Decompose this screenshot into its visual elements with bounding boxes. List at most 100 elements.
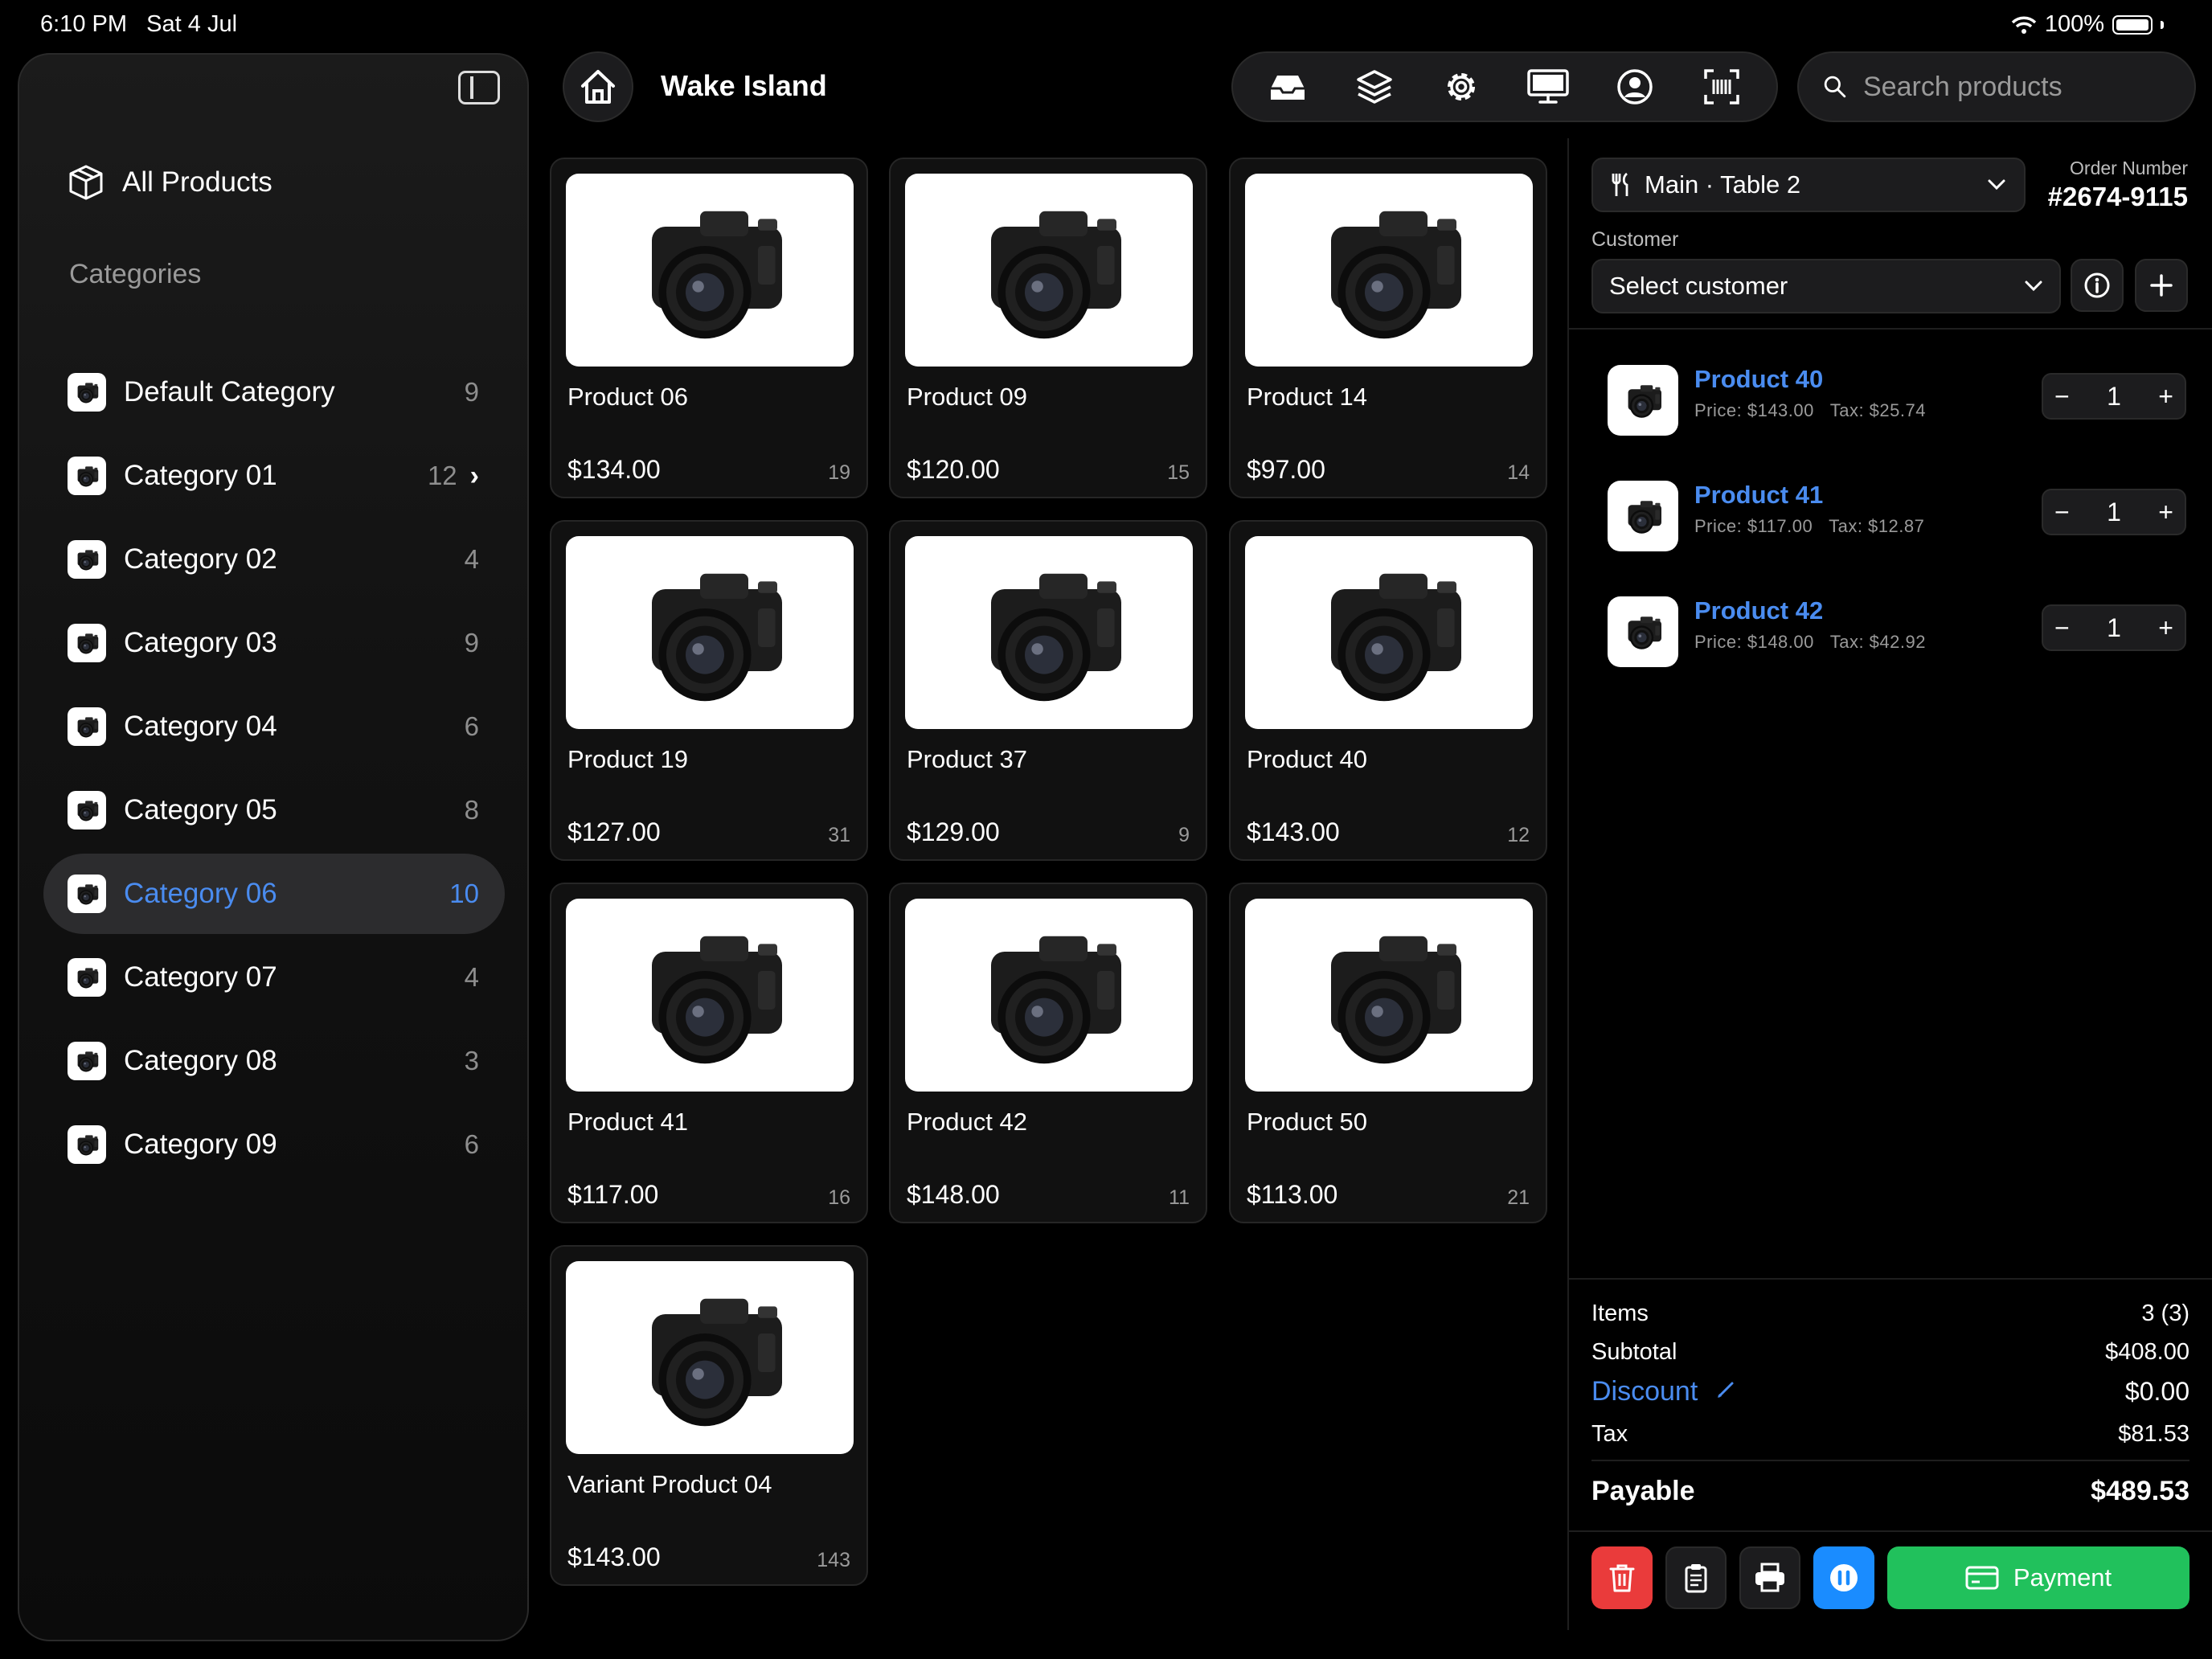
order-line[interactable]: Product 40 Price: $143.00 Tax: $25.74 − … [1608, 362, 2186, 439]
order-line[interactable]: Product 42 Price: $148.00 Tax: $42.92 − … [1608, 593, 2186, 670]
discount-button[interactable]: Discount [1591, 1376, 1736, 1407]
category-thumbnail [68, 457, 106, 495]
status-bar-right: 100% [2011, 11, 2164, 38]
category-item[interactable]: Category 09 6 [43, 1104, 505, 1185]
category-thumbnail [68, 624, 106, 662]
minus-icon[interactable]: − [2054, 382, 2070, 412]
category-item[interactable]: Category 01 12 › [43, 436, 505, 516]
barcode-scan-icon [1704, 69, 1739, 104]
camera-icon [1618, 613, 1668, 650]
payable-separator [1591, 1460, 2189, 1461]
sidebar-toggle-icon[interactable] [458, 71, 500, 104]
battery-icon [2112, 14, 2153, 35]
customer-info-button[interactable] [2071, 259, 2124, 312]
product-card[interactable]: Product 37 $129.00 9 [889, 520, 1207, 861]
chevron-right-icon[interactable]: › [470, 461, 479, 492]
status-date: Sat 4 Jul [146, 11, 238, 37]
camera-icon [1292, 560, 1485, 705]
product-card[interactable]: Product 09 $120.00 15 [889, 158, 1207, 498]
payable-value: $489.53 [2091, 1476, 2189, 1506]
discount-value: $0.00 [2124, 1377, 2189, 1406]
notes-button[interactable] [1665, 1546, 1727, 1609]
product-card[interactable]: Product 50 $113.00 21 [1229, 883, 1547, 1223]
category-item[interactable]: Category 02 4 [43, 519, 505, 600]
search-bar[interactable] [1797, 51, 2196, 122]
layers-button[interactable] [1349, 61, 1400, 113]
user-button[interactable] [1609, 61, 1661, 113]
table-select[interactable]: Main · Table 2 [1591, 158, 2026, 212]
barcode-scan-button[interactable] [1696, 61, 1747, 113]
delete-order-button[interactable] [1591, 1546, 1653, 1609]
category-item[interactable]: Category 04 6 [43, 686, 505, 767]
category-count: 12 [427, 461, 457, 490]
search-input[interactable] [1862, 70, 2170, 104]
print-button[interactable] [1739, 1546, 1800, 1609]
customer-select[interactable]: Select customer [1591, 259, 2061, 313]
product-name: Product 09 [907, 383, 1027, 411]
category-count: 6 [464, 1129, 479, 1159]
product-card[interactable]: Product 40 $143.00 12 [1229, 520, 1547, 861]
category-item[interactable]: Default Category 9 [43, 352, 505, 432]
quantity-stepper[interactable]: − 1 + [2042, 373, 2186, 420]
product-card[interactable]: Product 41 $117.00 16 [550, 883, 868, 1223]
category-item-selected[interactable]: Category 06 10 [43, 854, 505, 934]
status-time: 6:10 PM [40, 11, 127, 37]
status-bar-time: 6:10 PM Sat 4 Jul [40, 11, 237, 38]
product-price: $148.00 [907, 1180, 1000, 1209]
monitor-icon [1527, 69, 1569, 104]
product-price: $120.00 [907, 455, 1000, 484]
category-item[interactable]: Category 07 4 [43, 937, 505, 1018]
category-name: Default Category [124, 376, 335, 408]
minus-icon[interactable]: − [2054, 498, 2070, 527]
order-line-name: Product 40 [1694, 365, 1824, 393]
summary-subtotal-row: Subtotal $408.00 [1591, 1339, 2189, 1366]
quantity-stepper[interactable]: − 1 + [2042, 604, 2186, 651]
product-price: $117.00 [567, 1180, 659, 1209]
product-image [1245, 536, 1533, 729]
category-count: 6 [464, 711, 479, 741]
camera-icon [1618, 498, 1668, 535]
summary-discount-row[interactable]: Discount $0.00 [1591, 1376, 2189, 1407]
product-stock: 19 [828, 461, 850, 484]
category-count: 3 [464, 1046, 479, 1075]
hold-order-button[interactable] [1813, 1546, 1874, 1609]
category-count: 4 [464, 544, 479, 574]
product-image [905, 174, 1193, 367]
order-line-price: Price: $143.00 [1694, 400, 1814, 420]
product-stock: 143 [817, 1549, 850, 1571]
product-card[interactable]: Product 19 $127.00 31 [550, 520, 868, 861]
plus-icon[interactable]: + [2158, 382, 2173, 412]
category-item[interactable]: Category 03 9 [43, 603, 505, 683]
camera-icon [613, 923, 806, 1067]
settings-button[interactable] [1436, 61, 1487, 113]
category-thumbnail [68, 958, 106, 997]
category-item[interactable]: Category 05 8 [43, 770, 505, 850]
product-card[interactable]: Product 14 $97.00 14 [1229, 158, 1547, 498]
plus-icon[interactable]: + [2158, 613, 2173, 643]
camera-icon [613, 560, 806, 705]
order-line[interactable]: Product 41 Price: $117.00 Tax: $12.87 − … [1608, 477, 2186, 555]
product-name: Variant Product 04 [567, 1470, 772, 1498]
plus-icon [2150, 274, 2173, 297]
home-button[interactable] [563, 51, 633, 122]
payment-button[interactable]: Payment [1887, 1546, 2189, 1609]
all-products-item[interactable]: All Products [68, 164, 272, 201]
minus-icon[interactable]: − [2054, 613, 2070, 643]
product-image [905, 536, 1193, 729]
customer-label: Customer [1591, 228, 1679, 251]
plus-icon[interactable]: + [2158, 498, 2173, 527]
product-card[interactable]: Product 06 $134.00 19 [550, 158, 868, 498]
panel-divider [1567, 138, 1569, 1630]
add-customer-button[interactable] [2135, 259, 2188, 312]
category-item[interactable]: Category 08 3 [43, 1021, 505, 1101]
product-name: Product 19 [567, 745, 688, 773]
quantity-stepper[interactable]: − 1 + [2042, 489, 2186, 535]
order-number: #2674-9115 [2047, 182, 2188, 211]
inbox-button[interactable] [1262, 61, 1313, 113]
summary-items-row: Items 3 (3) [1591, 1301, 2189, 1327]
product-card[interactable]: Variant Product 04 $143.00 143 [550, 1245, 868, 1586]
order-line-thumbnail [1608, 596, 1678, 667]
display-button[interactable] [1522, 61, 1574, 113]
product-card[interactable]: Product 42 $148.00 11 [889, 883, 1207, 1223]
product-price: $127.00 [567, 817, 661, 846]
